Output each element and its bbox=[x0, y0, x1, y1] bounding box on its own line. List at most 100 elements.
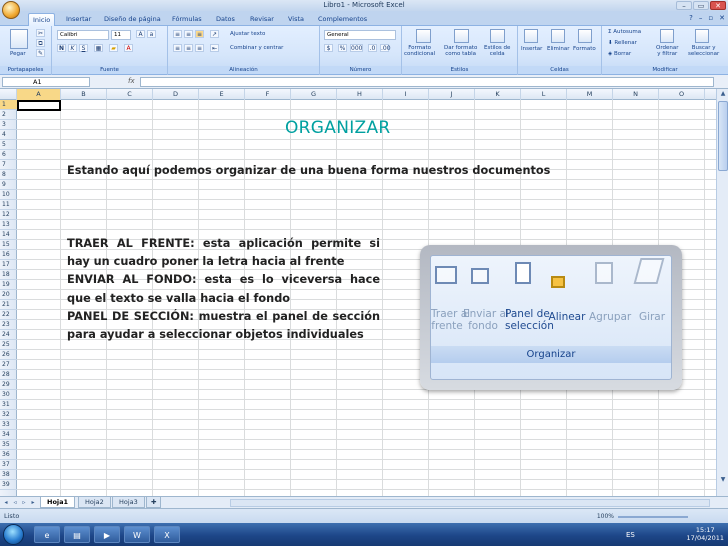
row-header[interactable]: 39 bbox=[0, 480, 17, 490]
format-painter-icon[interactable]: ✎ bbox=[36, 49, 45, 57]
table-format-button[interactable]: Dar formato como tabla bbox=[444, 45, 477, 57]
sort-filter-button[interactable]: Ordenar y filtrar bbox=[656, 45, 679, 57]
column-header[interactable]: I bbox=[383, 89, 429, 100]
row-header[interactable]: 28 bbox=[0, 370, 17, 380]
column-header[interactable]: C bbox=[107, 89, 153, 100]
row-header[interactable]: 30 bbox=[0, 390, 17, 400]
office-button[interactable] bbox=[2, 1, 20, 19]
align-top-icon[interactable]: ≡ bbox=[173, 30, 182, 38]
column-header[interactable]: B bbox=[61, 89, 107, 100]
column-header[interactable]: A bbox=[17, 89, 61, 100]
tab-insertar[interactable]: Insertar bbox=[62, 13, 95, 26]
fill-button[interactable]: ⬇ Rellenar bbox=[608, 40, 637, 46]
row-header[interactable]: 8 bbox=[0, 170, 17, 180]
font-name-box[interactable]: Calibri bbox=[57, 30, 109, 40]
excel-icon[interactable]: X bbox=[154, 526, 180, 543]
insert-button[interactable]: Insertar bbox=[521, 46, 542, 52]
row-header[interactable]: 36 bbox=[0, 450, 17, 460]
tab-inicio[interactable]: Inicio bbox=[28, 13, 56, 26]
row-header[interactable]: 14 bbox=[0, 230, 17, 240]
row-header[interactable]: 25 bbox=[0, 340, 17, 350]
help-icon[interactable]: ? bbox=[689, 14, 693, 22]
zoom-slider[interactable] bbox=[618, 516, 688, 518]
column-header[interactable]: O bbox=[659, 89, 705, 100]
autosum-button[interactable]: Σ Autosuma bbox=[608, 29, 641, 35]
tab-datos[interactable]: Datos bbox=[212, 13, 239, 26]
tab-vista[interactable]: Vista bbox=[284, 13, 308, 26]
tab-complementos[interactable]: Complementos bbox=[314, 13, 371, 26]
align-right-icon[interactable]: ≡ bbox=[195, 44, 204, 52]
number-format-box[interactable]: General bbox=[324, 30, 396, 40]
insert-sheet-icon[interactable]: ✚ bbox=[146, 497, 162, 508]
row-header[interactable]: 11 bbox=[0, 200, 17, 210]
clock[interactable]: 15:17 17/04/2011 bbox=[687, 526, 724, 542]
row-header[interactable]: 33 bbox=[0, 420, 17, 430]
vertical-scrollbar[interactable]: ▲ ▼ bbox=[716, 89, 728, 496]
close-button[interactable]: ✕ bbox=[710, 1, 726, 10]
maximize-button[interactable]: ▭ bbox=[693, 1, 709, 10]
row-header[interactable]: 35 bbox=[0, 440, 17, 450]
first-sheet-icon[interactable]: ◂ bbox=[2, 499, 10, 507]
row-header[interactable]: 21 bbox=[0, 300, 17, 310]
name-box[interactable]: A1 bbox=[2, 77, 90, 87]
grow-font-icon[interactable]: A bbox=[136, 30, 145, 38]
tab-diseno[interactable]: Diseño de página bbox=[100, 13, 165, 26]
format-button[interactable]: Formato bbox=[573, 46, 596, 52]
column-header[interactable]: J bbox=[429, 89, 475, 100]
scroll-up-icon[interactable]: ▲ bbox=[718, 89, 728, 99]
language-indicator[interactable]: ES bbox=[626, 531, 635, 539]
column-header[interactable]: K bbox=[475, 89, 521, 100]
row-header[interactable]: 23 bbox=[0, 320, 17, 330]
wrap-text-button[interactable]: Ajustar texto bbox=[230, 31, 265, 37]
cut-icon[interactable]: ✂ bbox=[36, 29, 45, 37]
align-center-icon[interactable]: ≡ bbox=[184, 44, 193, 52]
select-all-corner[interactable] bbox=[0, 89, 17, 100]
row-header[interactable]: 10 bbox=[0, 190, 17, 200]
restore-icon[interactable]: ▫ bbox=[708, 14, 713, 22]
zoom-level[interactable]: 100% bbox=[597, 513, 614, 520]
column-header[interactable]: M bbox=[567, 89, 613, 100]
row-header[interactable]: 34 bbox=[0, 430, 17, 440]
align-left-icon[interactable]: ≡ bbox=[173, 44, 182, 52]
row-header[interactable]: 37 bbox=[0, 460, 17, 470]
ie-icon[interactable]: e bbox=[34, 526, 60, 543]
copy-icon[interactable]: ⧉ bbox=[36, 39, 45, 47]
row-header[interactable]: 32 bbox=[0, 410, 17, 420]
bold-icon[interactable]: N bbox=[57, 44, 66, 52]
fx-icon[interactable]: fx bbox=[128, 77, 135, 85]
fill-color-icon[interactable]: ▰ bbox=[109, 44, 118, 52]
prev-sheet-icon[interactable]: ◃ bbox=[11, 499, 19, 507]
row-header[interactable]: 5 bbox=[0, 140, 17, 150]
row-header[interactable]: 24 bbox=[0, 330, 17, 340]
row-header[interactable]: 2 bbox=[0, 110, 17, 120]
active-cell[interactable] bbox=[17, 100, 61, 111]
minimize-ribbon-icon[interactable]: – bbox=[699, 14, 703, 22]
row-header[interactable]: 18 bbox=[0, 270, 17, 280]
horizontal-scrollbar[interactable] bbox=[230, 499, 710, 507]
align-bottom-icon[interactable]: ≡ bbox=[195, 30, 204, 38]
column-header[interactable]: N bbox=[613, 89, 659, 100]
row-header[interactable]: 20 bbox=[0, 290, 17, 300]
next-sheet-icon[interactable]: ▹ bbox=[20, 499, 28, 507]
sheet-tab-hoja3[interactable]: Hoja3 bbox=[112, 497, 145, 508]
row-header[interactable]: 15 bbox=[0, 240, 17, 250]
underline-icon[interactable]: S bbox=[79, 44, 88, 52]
column-header[interactable]: E bbox=[199, 89, 245, 100]
tab-formulas[interactable]: Fórmulas bbox=[168, 13, 206, 26]
align-middle-icon[interactable]: ≡ bbox=[184, 30, 193, 38]
borders-icon[interactable]: ▦ bbox=[94, 44, 103, 52]
row-header[interactable]: 1 bbox=[0, 100, 17, 110]
row-header[interactable]: 19 bbox=[0, 280, 17, 290]
currency-icon[interactable]: $ bbox=[324, 44, 333, 52]
row-header[interactable]: 16 bbox=[0, 250, 17, 260]
decrease-decimal-icon[interactable]: .00 bbox=[380, 44, 391, 52]
cell-styles-button[interactable]: Estilos de celda bbox=[484, 45, 510, 57]
row-header[interactable]: 9 bbox=[0, 180, 17, 190]
delete-button[interactable]: Eliminar bbox=[547, 46, 570, 52]
sheet-tab-hoja2[interactable]: Hoja2 bbox=[78, 497, 111, 508]
row-header[interactable]: 6 bbox=[0, 150, 17, 160]
word-icon[interactable]: W bbox=[124, 526, 150, 543]
row-header[interactable]: 12 bbox=[0, 210, 17, 220]
formula-input[interactable] bbox=[140, 77, 714, 87]
column-header[interactable]: L bbox=[521, 89, 567, 100]
